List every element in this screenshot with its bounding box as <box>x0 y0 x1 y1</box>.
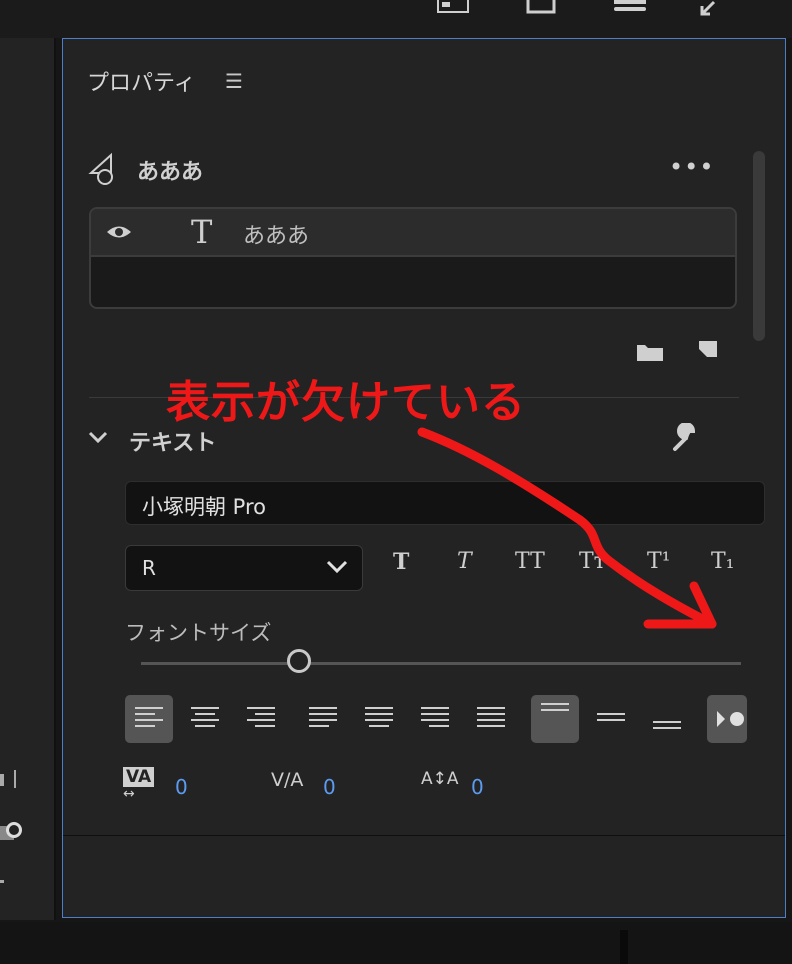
play-direction-icon <box>717 711 744 727</box>
font-size-label: フォントサイズ <box>125 621 272 645</box>
group-name: あああ <box>137 160 204 185</box>
align-top-button[interactable] <box>531 695 579 743</box>
tracking-value[interactable]: 0 <box>323 775 336 799</box>
more-dots-icon[interactable]: ••• <box>669 153 714 181</box>
kerning-value[interactable]: 0 <box>175 775 188 799</box>
tracking-icon: V/A <box>271 769 303 791</box>
chevron-down-icon[interactable] <box>87 429 109 445</box>
shape-group-icon <box>88 152 113 185</box>
font-size-slider-track[interactable] <box>141 662 741 665</box>
all-caps-button[interactable]: TT <box>515 549 545 574</box>
layer-name: あああ <box>243 224 310 249</box>
kerning-glyph: VA <box>123 767 155 787</box>
eye-icon[interactable] <box>105 223 133 241</box>
font-family-value: 小塚明朝 Pro <box>142 495 266 519</box>
justify-right-button[interactable] <box>411 695 459 743</box>
collapse-arrow-icon[interactable] <box>698 0 720 18</box>
subscript-button[interactable]: T₁ <box>711 549 735 574</box>
scrollbar-thumb[interactable] <box>753 151 765 341</box>
layer-list: T あああ <box>89 207 737 309</box>
wrench-icon[interactable] <box>669 423 699 453</box>
panel-footer-divider <box>63 835 785 836</box>
hamburger-icon[interactable]: ☰ <box>225 69 243 93</box>
bottom-divider <box>620 930 628 964</box>
left-pane <box>0 38 56 920</box>
panel-layout-icon[interactable] <box>436 0 470 16</box>
font-size-slider-thumb[interactable] <box>287 649 311 673</box>
layer-row[interactable]: T あああ <box>91 209 735 257</box>
align-middle-button[interactable] <box>587 695 635 743</box>
align-left-button[interactable] <box>125 695 173 743</box>
new-layer-icon[interactable] <box>695 339 721 363</box>
align-right-button[interactable] <box>237 695 285 743</box>
justify-center-button[interactable] <box>355 695 403 743</box>
faux-bold-button[interactable]: T <box>393 549 409 575</box>
align-bottom-button[interactable] <box>643 695 691 743</box>
text-layer-icon: T <box>191 213 213 251</box>
annotation-text: 表示が欠けている <box>166 377 526 428</box>
justify-all-button[interactable] <box>467 695 515 743</box>
leading-glyph: A↕A <box>421 769 459 789</box>
new-folder-icon[interactable] <box>635 341 665 365</box>
justify-left-button[interactable] <box>299 695 347 743</box>
faux-italic-button[interactable]: T <box>457 549 472 574</box>
superscript-button[interactable]: T¹ <box>647 549 671 574</box>
leading-value[interactable]: 0 <box>471 775 484 799</box>
small-caps-button[interactable]: Tт <box>579 549 606 574</box>
kerning-icon: VA ↔︎ <box>123 767 155 801</box>
left-pane-divider <box>14 770 16 788</box>
left-pane-mark <box>0 774 4 786</box>
leading-icon: A↕A <box>421 769 459 789</box>
frame-icon[interactable] <box>524 0 558 16</box>
chevron-down-icon <box>326 560 348 574</box>
properties-panel: プロパティ ☰ あああ ••• T あああ テキスト 小塚明朝 Pro R T … <box>62 38 786 918</box>
left-pane-tick <box>0 880 4 883</box>
align-center-button[interactable] <box>181 695 229 743</box>
font-style-value: R <box>142 556 156 580</box>
font-style-select[interactable]: R <box>125 545 363 591</box>
top-toolbar <box>0 0 792 38</box>
font-family-field[interactable]: 小塚明朝 Pro <box>125 481 765 525</box>
left-slider-thumb[interactable] <box>6 822 22 838</box>
stack-icon[interactable] <box>610 0 650 16</box>
text-direction-button[interactable] <box>707 695 747 743</box>
bottom-strip <box>0 922 792 964</box>
panel-title: プロパティ <box>87 71 196 96</box>
tracking-glyph: V/A <box>271 769 304 791</box>
